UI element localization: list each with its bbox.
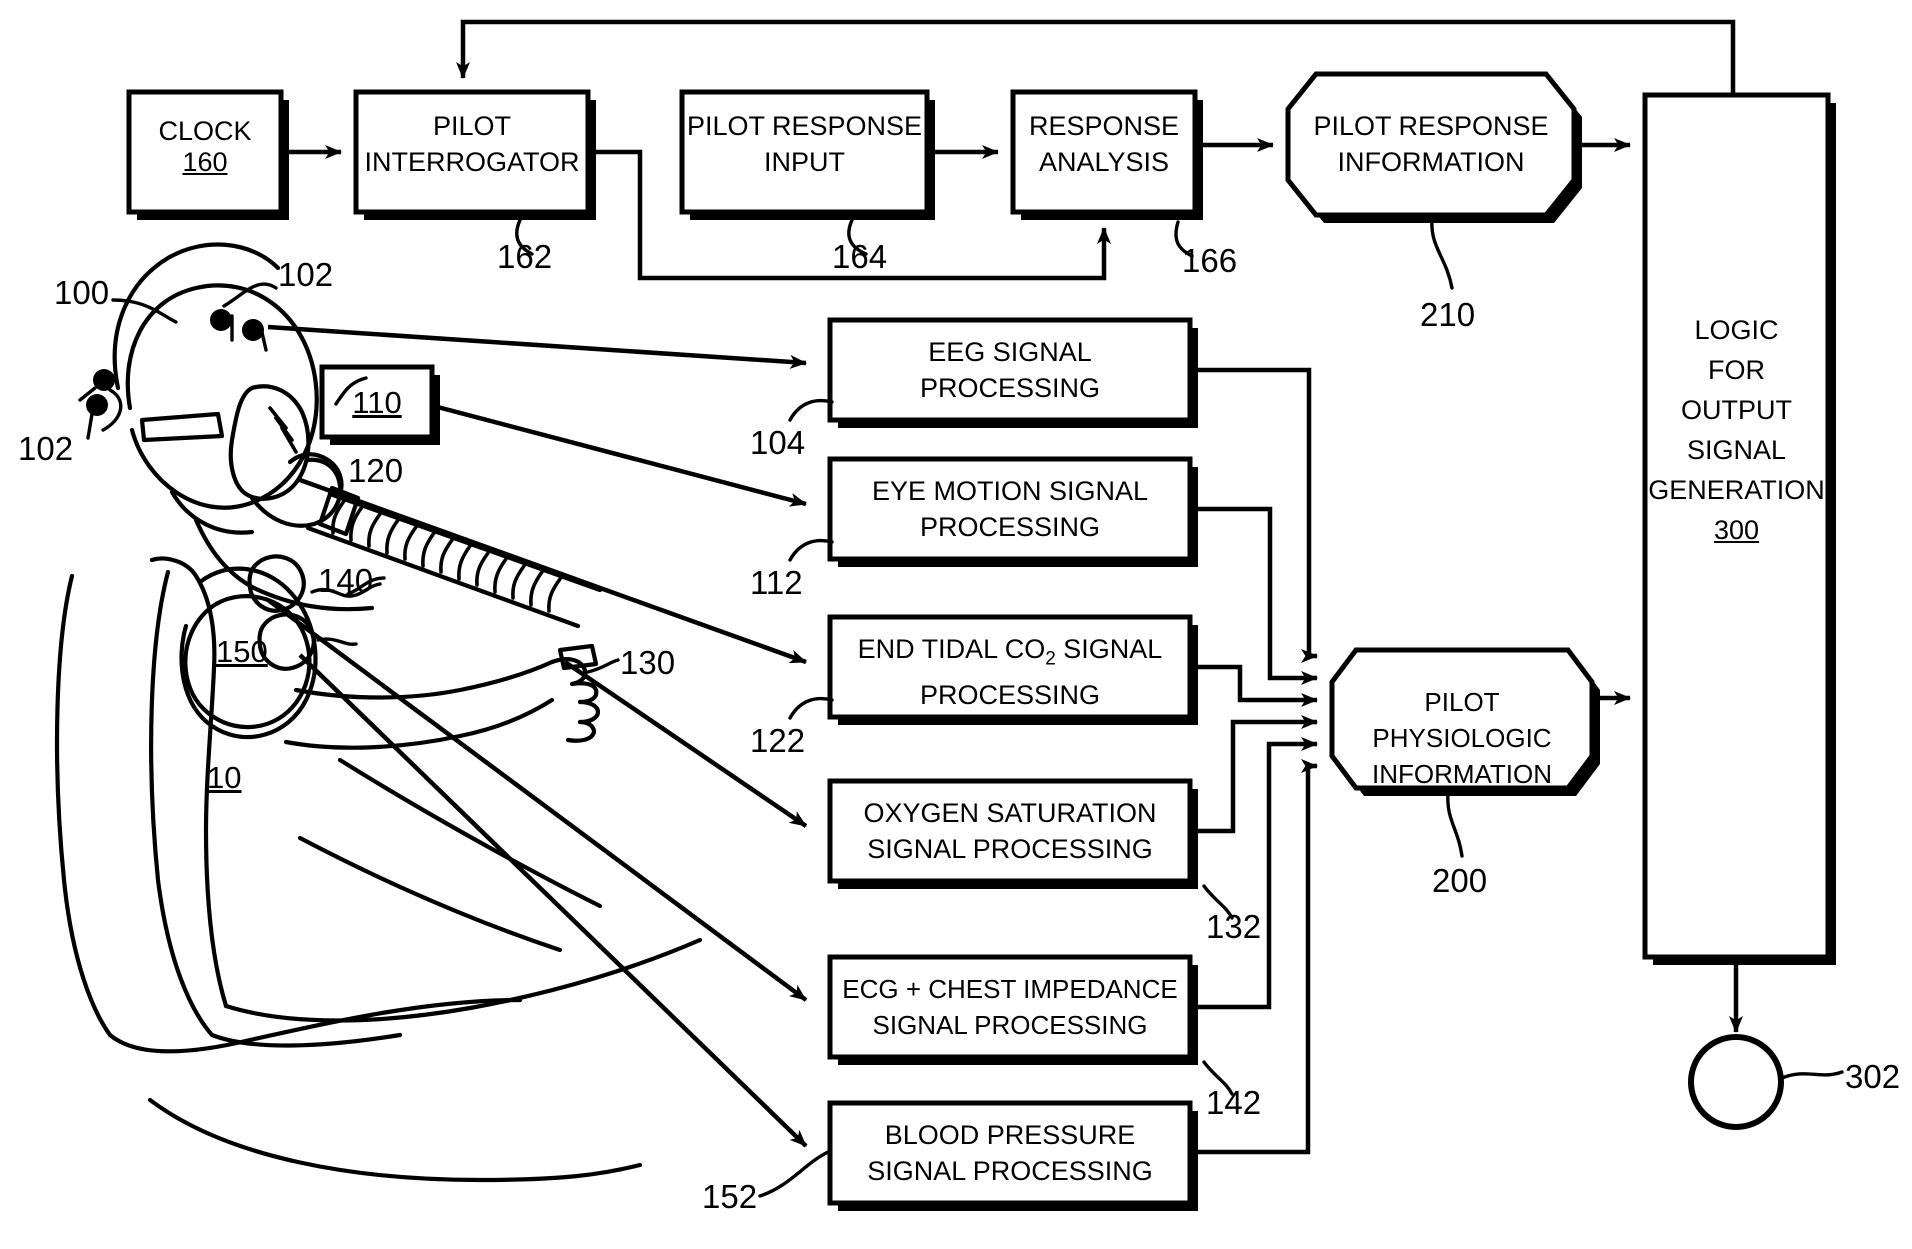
wire-oxygen-to-physiologic <box>1190 715 1318 834</box>
ecg-label: ECG + CHEST IMPEDANCE SIGNAL PROCESSING <box>830 971 1190 1043</box>
sensor-110-ref: 110 <box>352 385 402 420</box>
logic-label-line2: FOR <box>1708 355 1765 385</box>
pilot-response-information-label: PILOT RESPONSE INFORMATION <box>1288 108 1574 180</box>
pilot-physiologic-information-label: PILOT PHYSIOLOGIC INFORMATION <box>1332 684 1592 792</box>
pilot-interrogator-label: PILOT INTERROGATOR <box>356 108 588 180</box>
eye-motion-label-line2: PROCESSING <box>919 512 1101 542</box>
node-output-302[interactable] <box>1688 1034 1784 1130</box>
clock-label-text: CLOCK <box>158 116 252 146</box>
ppi-label-line2: INFORMATION <box>1371 759 1553 789</box>
ref-100: 100 <box>54 274 110 311</box>
wire-sensor-co2 <box>299 477 807 665</box>
response-analysis-label-line1: RESPONSE <box>1028 111 1180 141</box>
ref-122: 122 <box>750 722 806 759</box>
blood-pressure-label: BLOOD PRESSURE SIGNAL PROCESSING <box>830 1117 1190 1189</box>
response-analysis-label: RESPONSE ANALYSIS <box>1013 108 1195 180</box>
bp-label-line2: SIGNAL PROCESSING <box>867 1156 1153 1186</box>
wire-co2-to-physiologic <box>1190 664 1318 707</box>
sensor-110-label: 110 <box>322 385 432 421</box>
ref-102-top: 102 <box>278 256 334 293</box>
logic-ref: 300 <box>1713 515 1760 545</box>
pri-label-line2: INFORMATION <box>1337 147 1525 177</box>
ref-210: 210 <box>1420 296 1476 333</box>
wire-eeg-to-physiologic <box>1190 367 1318 663</box>
pri-label-line1: PILOT RESPONSE <box>1313 111 1549 141</box>
eeg-label-line1: EEG SIGNAL <box>928 337 1092 367</box>
clock-ref: 160 <box>182 147 228 177</box>
ref-140: 140 <box>318 562 374 599</box>
wire-ecg-to-physiologic <box>1190 737 1318 1010</box>
ref-164: 164 <box>832 238 888 275</box>
ref-142: 142 <box>1206 1084 1262 1121</box>
ref-104: 104 <box>750 424 806 461</box>
pilot-interrogator-label-line2: INTERROGATOR <box>364 147 580 177</box>
ref-162: 162 <box>497 238 553 275</box>
response-analysis-label-line2: ANALYSIS <box>1038 147 1170 177</box>
end-tidal-co2-label: END TIDAL CO2 SIGNAL PROCESSING <box>830 631 1190 713</box>
eye-motion-label-line1: EYE MOTION SIGNAL <box>871 476 1149 506</box>
ref-302: 302 <box>1845 1058 1901 1095</box>
eye-motion-label: EYE MOTION SIGNAL PROCESSING <box>830 473 1190 545</box>
clock-label: CLOCK 160 <box>129 116 281 178</box>
ref-120: 120 <box>348 452 404 489</box>
co2-label-post: SIGNAL <box>1055 634 1163 664</box>
logic-label-line4: SIGNAL <box>1686 435 1787 465</box>
oxygen-label-line2: SIGNAL PROCESSING <box>867 834 1153 864</box>
co2-label-line2: PROCESSING <box>919 680 1101 711</box>
pilot-response-input-label-line2: INPUT <box>764 147 845 177</box>
eeg-label-line2: PROCESSING <box>919 373 1101 403</box>
pilot-interrogator-label-line1: PILOT <box>432 111 512 141</box>
oxygen-saturation-label: OXYGEN SATURATION SIGNAL PROCESSING <box>830 795 1190 867</box>
ref-10: 10 <box>207 760 242 795</box>
co2-label-subscript: 2 <box>1045 648 1056 670</box>
ecg-label-line2: SIGNAL PROCESSING <box>872 1010 1148 1040</box>
ecg-label-line1: ECG + CHEST IMPEDANCE <box>842 974 1178 1004</box>
figure-canvas <box>54 19 1844 1211</box>
logic-label-line1: LOGIC <box>1694 315 1779 345</box>
ref-150: 150 <box>216 634 268 669</box>
pilot-response-input-label-line1: PILOT RESPONSE <box>686 111 923 141</box>
logic-label-line3: OUTPUT <box>1681 395 1792 425</box>
pilot-response-input-label: PILOT RESPONSE INPUT <box>682 108 927 180</box>
oxygen-label-line1: OXYGEN SATURATION <box>863 798 1157 828</box>
ppi-label-line1: PILOT PHYSIOLOGIC <box>1372 687 1552 753</box>
ref-200: 200 <box>1432 862 1488 899</box>
bp-label-line1: BLOOD PRESSURE <box>884 1120 1136 1150</box>
ref-112: 112 <box>750 564 803 601</box>
co2-label-pre: END TIDAL CO <box>857 634 1046 664</box>
eeg-label: EEG SIGNAL PROCESSING <box>830 334 1190 406</box>
wire-eye-motion-to-physiologic <box>1190 506 1318 685</box>
logic-label-line5: GENERATION <box>1648 475 1825 505</box>
ref-166: 166 <box>1182 242 1238 279</box>
wire-sensor-eeg <box>267 324 807 369</box>
ref-130: 130 <box>620 644 676 681</box>
wire-sensor-blood-pressure <box>298 653 808 1148</box>
ref-102-left: 102 <box>18 430 74 467</box>
logic-output-label: LOGIC FOR OUTPUT SIGNAL GENERATION 300 <box>1645 310 1828 550</box>
ref-132: 132 <box>1206 908 1262 945</box>
ref-152: 152 <box>702 1178 758 1215</box>
patent-figure: CLOCK 160 PILOT INTERROGATOR PILOT RESPO… <box>0 0 1912 1249</box>
